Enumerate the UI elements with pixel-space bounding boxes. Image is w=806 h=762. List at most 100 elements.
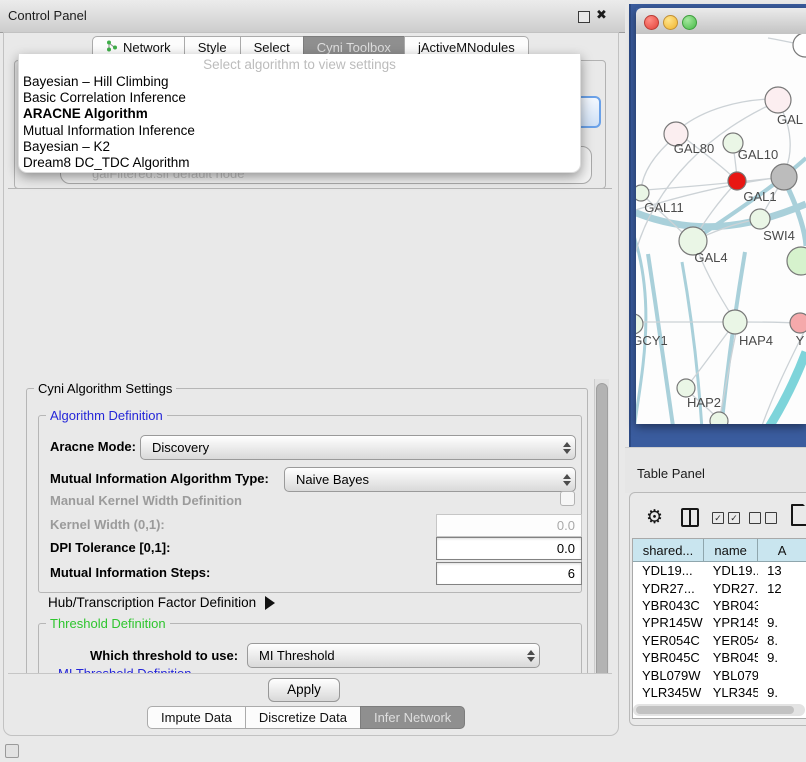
table-row[interactable]: YDR27...YDR27...12 — [633, 579, 806, 596]
dpi-tolerance-label: DPI Tolerance [0,1]: — [50, 540, 170, 555]
table-cell: YER054C — [633, 633, 704, 648]
node-table: shared...nameA YDL19...YDL19...13YDR27..… — [632, 538, 806, 719]
close-icon[interactable]: ✖ — [596, 7, 607, 23]
network-node-label: GAL4 — [694, 250, 727, 265]
zoom-traffic-light-icon[interactable] — [682, 15, 697, 30]
table-cell: YDL19... — [633, 563, 704, 578]
table-row[interactable]: YBR043CYBR043C — [633, 597, 806, 614]
table-row[interactable]: YBL079WYBL079W — [633, 666, 806, 683]
network-canvas[interactable]: GALGAL80GAL10GAL11GAL1SWI4GAL4GCY1HAP4YH… — [636, 34, 806, 424]
settings-vertical-scrollbar-thumb[interactable] — [596, 383, 608, 674]
algorithm-option[interactable]: Bayesian – Hill Climbing — [23, 74, 576, 90]
network-edge — [720, 328, 737, 416]
settings-gear-icon[interactable]: ⚙ — [646, 506, 663, 529]
stepper-icon — [559, 442, 575, 454]
control-panel-titlebar — [0, 0, 625, 33]
algorithm-option[interactable]: Dream8 DC_TDC Algorithm — [23, 155, 576, 171]
network-node[interactable] — [790, 313, 806, 333]
tab-label: Impute Data — [161, 706, 232, 729]
mi-type-select[interactable]: Naive Bayes — [284, 467, 576, 492]
table-cell: 9. — [758, 685, 806, 700]
cyni-settings-viewport: Cyni Algorithm Settings Algorithm Defini… — [8, 188, 612, 674]
network-node[interactable] — [723, 310, 747, 334]
which-threshold-label: Which threshold to use: — [90, 648, 238, 663]
minimize-traffic-light-icon[interactable] — [663, 15, 678, 30]
collapsed-panel-icon[interactable] — [5, 744, 19, 758]
table-cell: YPR145W — [633, 615, 704, 630]
table-cell: YBR043C — [633, 598, 704, 613]
network-node-label: GAL80 — [674, 141, 714, 156]
network-node[interactable] — [765, 87, 791, 113]
mi-threshold-group-title: MI Threshold Definition — [54, 666, 195, 674]
unchecked-checkbox-icon[interactable] — [765, 512, 777, 524]
network-node[interactable] — [793, 34, 806, 57]
network-node[interactable] — [636, 185, 649, 201]
tab-label: Discretize Data — [259, 706, 347, 729]
tab-discretize-data[interactable]: Discretize Data — [245, 706, 361, 729]
table-cell: YDR27... — [704, 581, 758, 596]
checked-checkbox-icon[interactable]: ✓ — [728, 512, 740, 524]
table-cell: YLR345W — [633, 685, 704, 700]
network-node-label: GCY1 — [636, 333, 668, 348]
table-header-row: shared...nameA — [633, 539, 806, 562]
screen: Control Panel ✖ NetworkStyleSelectCyni T… — [0, 0, 806, 762]
algorithm-option[interactable]: ARACNE Algorithm — [23, 106, 576, 122]
mi-steps-field[interactable]: 6 — [436, 562, 582, 585]
kernel-width-field[interactable]: 0.0 — [436, 514, 582, 537]
network-node-label: GAL10 — [738, 147, 778, 162]
network-node[interactable] — [787, 247, 806, 275]
float-window-icon[interactable] — [578, 11, 590, 23]
table-row[interactable]: YPR145WYPR145W9. — [633, 614, 806, 631]
tab-impute-data[interactable]: Impute Data — [147, 706, 246, 729]
network-node-label: GAL1 — [743, 189, 776, 204]
column-header[interactable]: shared... — [633, 539, 704, 561]
table-row[interactable]: YDL19...YDL19...13 — [633, 562, 806, 579]
network-node[interactable] — [750, 209, 770, 229]
unchecked-checkbox-icon[interactable] — [749, 512, 761, 524]
table-panel-title: Table Panel — [637, 466, 705, 481]
network-node[interactable] — [636, 314, 643, 334]
cyni-settings-group-title: Cyni Algorithm Settings — [34, 381, 176, 396]
control-panel-title: Control Panel — [8, 8, 87, 23]
table-cell: 13 — [758, 563, 806, 578]
close-traffic-light-icon[interactable] — [644, 15, 659, 30]
mi-type-label: Mutual Information Algorithm Type: — [50, 471, 269, 486]
column-header[interactable]: name — [704, 539, 758, 561]
network-node-label: Y — [796, 333, 805, 348]
table-body: YDL19...YDL19...13YDR27...YDR27...12YBR0… — [633, 562, 806, 719]
table-row[interactable]: YBR045CYBR045C9. — [633, 649, 806, 666]
dpi-tolerance-field[interactable]: 0.0 — [436, 537, 582, 560]
checked-checkbox-icon[interactable]: ✓ — [712, 512, 724, 524]
column-header[interactable]: A — [758, 539, 806, 561]
manual-kernel-checkbox[interactable] — [560, 491, 575, 506]
table-cell: YBR045C — [633, 650, 704, 665]
table-cell: YBL079W — [633, 668, 704, 683]
network-node-label: HAP4 — [739, 333, 773, 348]
hub-definition-expander[interactable]: Hub/Transcription Factor Definition — [48, 595, 275, 610]
algorithm-option[interactable]: Basic Correlation Inference — [23, 90, 576, 106]
table-row[interactable]: YER054CYER054C8. — [633, 632, 806, 649]
manual-kernel-label: Manual Kernel Width Definition — [50, 493, 242, 508]
table-cell: YBL079W — [704, 668, 758, 683]
split-columns-icon[interactable] — [681, 508, 699, 527]
table-row[interactable]: YLR345WYLR345W9. — [633, 684, 806, 701]
stepper-icon — [559, 474, 575, 486]
aracne-mode-select[interactable]: Discovery — [140, 435, 576, 460]
table-cell: YER054C — [704, 633, 758, 648]
apply-button[interactable]: Apply — [268, 678, 340, 702]
network-window-titlebar[interactable] — [636, 8, 806, 35]
tab-infer-network[interactable]: Infer Network — [360, 706, 465, 729]
network-node[interactable] — [728, 172, 746, 190]
table-horizontal-scrollbar-thumb[interactable] — [636, 706, 794, 714]
network-node[interactable] — [710, 412, 728, 424]
expand-arrow-icon — [265, 596, 275, 610]
table-cell: 12 — [758, 581, 806, 596]
network-node[interactable] — [771, 164, 797, 190]
tab-label: Infer Network — [374, 706, 451, 729]
table-cell: YPR145W — [704, 615, 758, 630]
network-node-label: GAL11 — [644, 200, 684, 215]
algorithm-option[interactable]: Mutual Information Inference — [23, 123, 576, 139]
document-icon[interactable] — [791, 504, 806, 526]
algorithm-option[interactable]: Bayesian – K2 — [23, 139, 576, 155]
which-threshold-select[interactable]: MI Threshold — [247, 643, 540, 668]
